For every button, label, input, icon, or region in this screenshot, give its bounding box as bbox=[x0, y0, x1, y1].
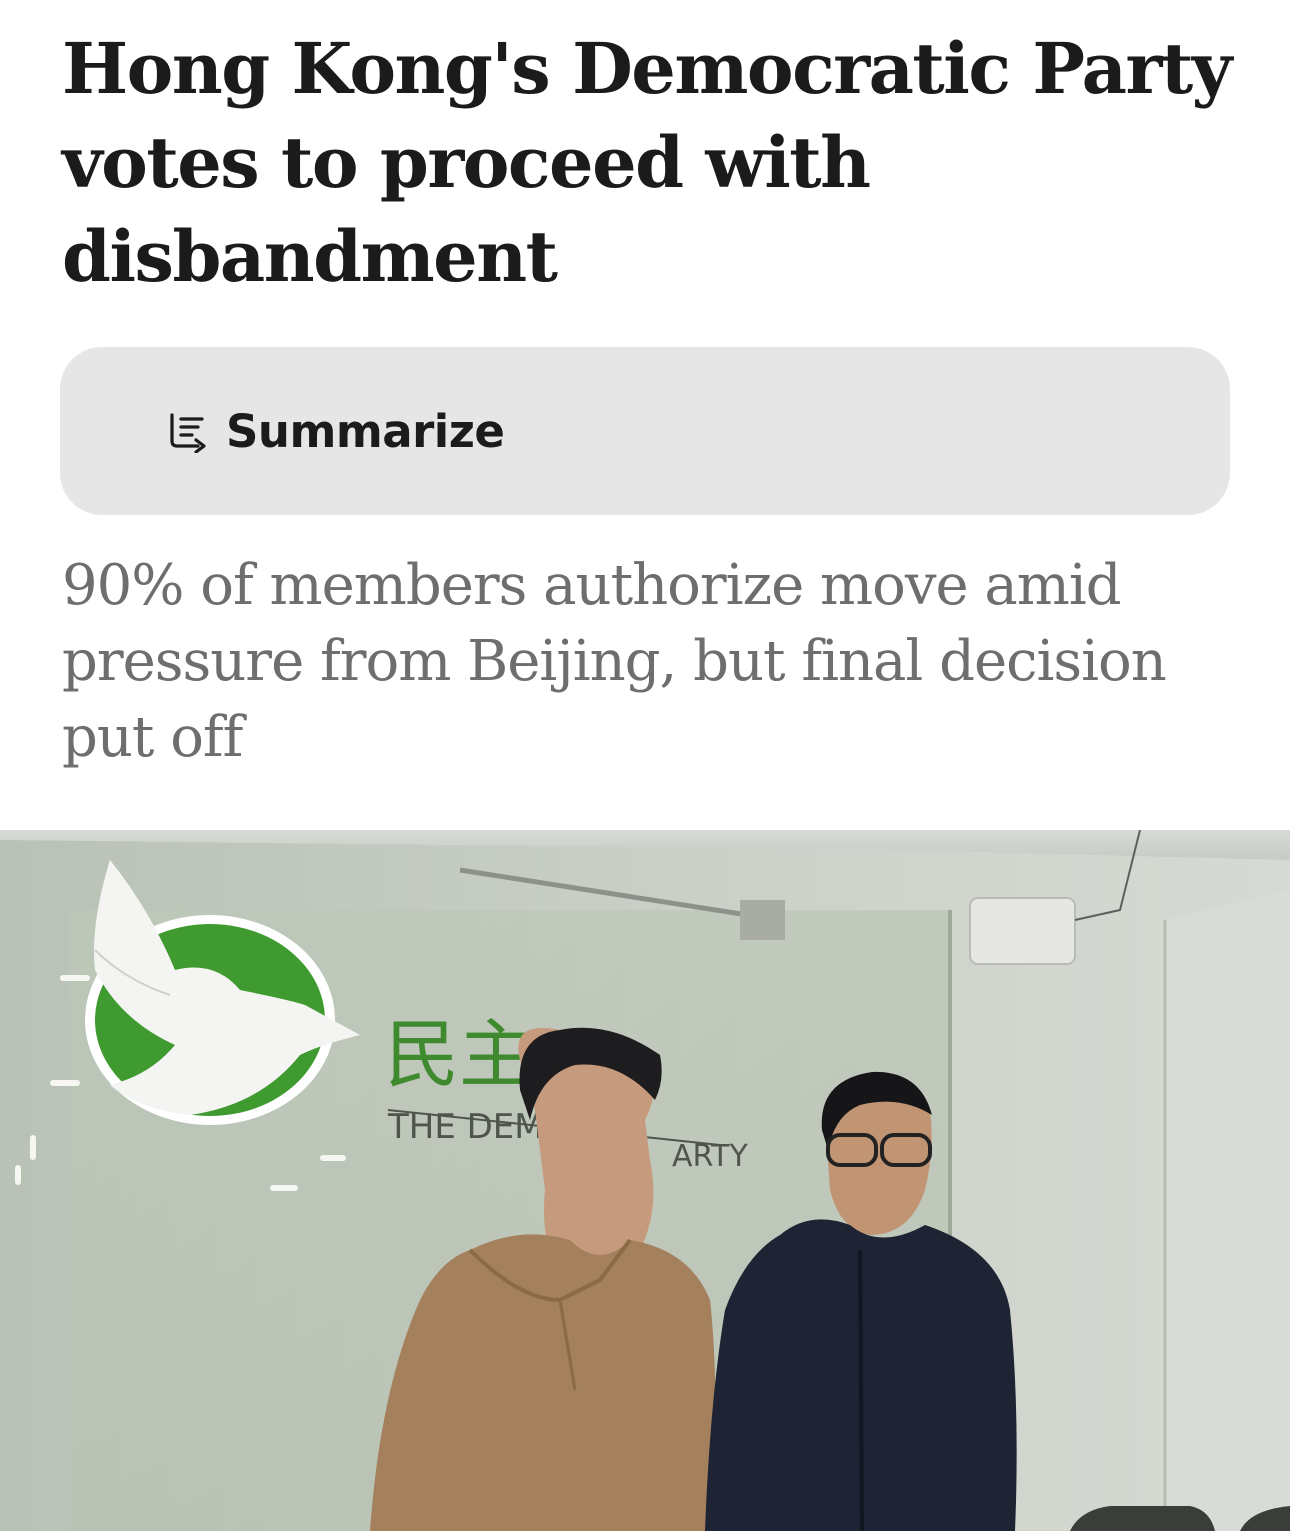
article-standfirst: 90% of members authorize move amid press… bbox=[62, 553, 1167, 770]
sign-chinese-text: 民主 bbox=[385, 1012, 533, 1098]
summarize-label: Summarize bbox=[226, 404, 505, 458]
summarize-icon bbox=[168, 409, 212, 454]
article-photo: 民主 THE DEM ARTY bbox=[0, 830, 1290, 1531]
article-headline: Hong Kong's Democratic Party votes to pr… bbox=[62, 27, 1232, 298]
summarize-button[interactable]: Summarize bbox=[60, 347, 1230, 515]
